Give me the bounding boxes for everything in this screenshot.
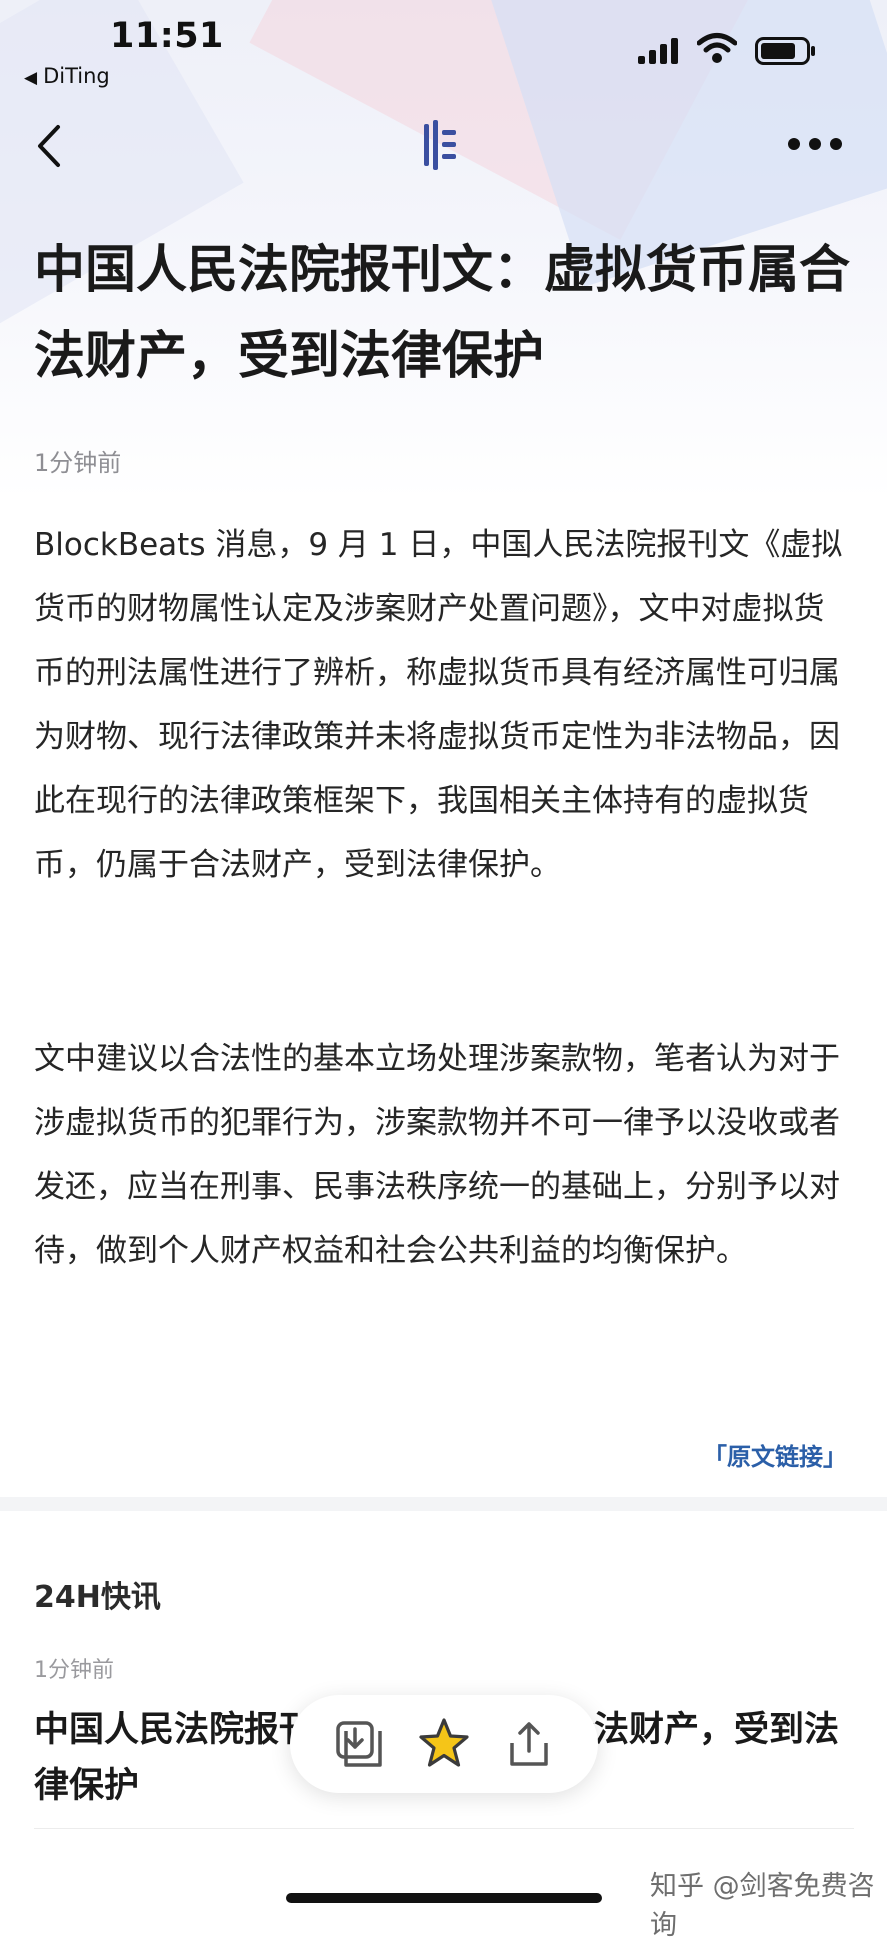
back-triangle-icon: ◀ <box>24 68 38 88</box>
save-image-icon[interactable] <box>330 1715 388 1773</box>
status-time: 11:51 <box>110 16 224 56</box>
nav-bar <box>0 105 887 185</box>
news-item-divider <box>34 1828 854 1829</box>
article-timestamp: 1分钟前 <box>34 449 122 477</box>
article-paragraph-1: BlockBeats 消息，9 月 1 日，中国人民法院报刊文《虚拟货币的财物属… <box>34 527 843 883</box>
article-title: 中国人民法院报刊文：虚拟货币属合法财产，受到法律保护 <box>34 241 851 386</box>
back-arrow-icon[interactable] <box>34 123 64 169</box>
section-separator <box>0 1497 887 1511</box>
news-section-title: 24H快讯 <box>34 1580 161 1615</box>
wifi-icon <box>697 33 737 63</box>
watermark-text: 知乎 @剑客免费咨询 <box>650 1871 875 1941</box>
cellular-signal-icon <box>638 38 678 64</box>
star-icon[interactable] <box>415 1715 473 1773</box>
app-logo-icon <box>424 120 456 170</box>
back-to-app-link[interactable]: ◀ DiTing <box>24 64 110 88</box>
share-icon[interactable] <box>500 1715 558 1773</box>
status-bar: 11:51 ◀ DiTing <box>0 0 887 95</box>
battery-icon <box>755 37 815 65</box>
home-indicator[interactable] <box>286 1893 602 1903</box>
back-app-label: DiTing <box>43 64 110 88</box>
original-link[interactable]: 「原文链接」 <box>703 1437 847 1472</box>
floating-action-bar <box>290 1695 598 1793</box>
article-paragraph-2: 文中建议以合法性的基本立场处理涉案款物，笔者认为对于涉虚拟货币的犯罪行为，涉案款… <box>34 1041 840 1269</box>
news-item-timestamp: 1分钟前 <box>34 1658 114 1683</box>
more-options-icon[interactable] <box>787 137 843 151</box>
